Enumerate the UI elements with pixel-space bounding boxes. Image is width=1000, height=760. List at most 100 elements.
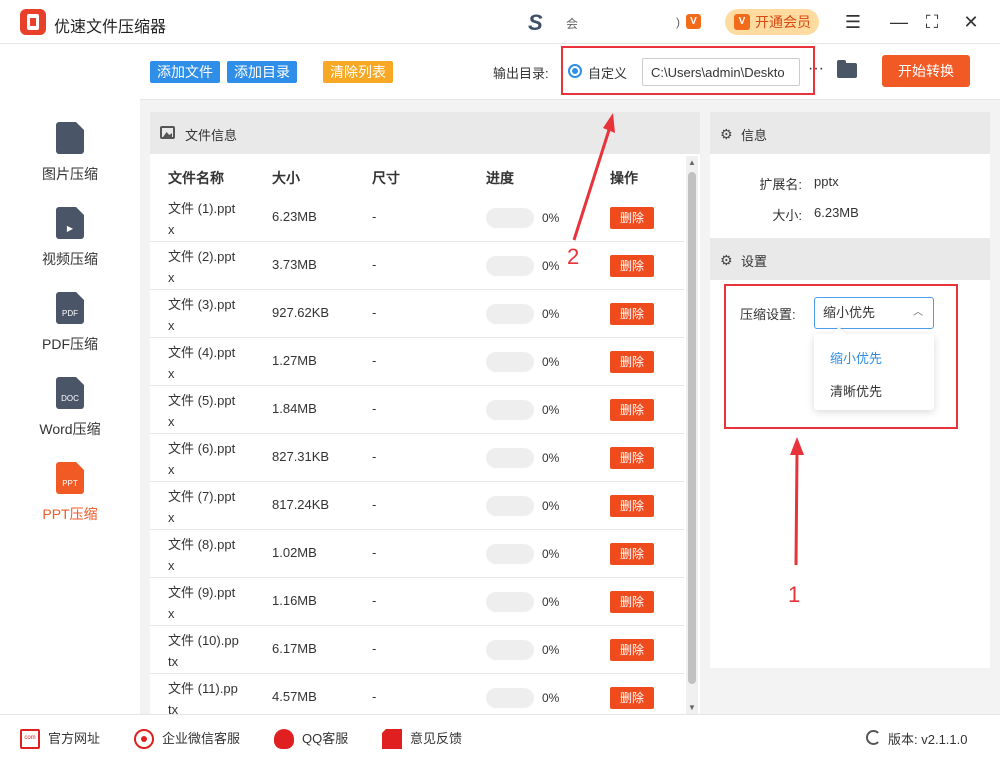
sidebar-item-label: 视频压缩	[42, 251, 98, 267]
file-panel-header: 文件信息	[150, 112, 700, 154]
file-panel-title: 文件信息	[185, 128, 238, 143]
sidebar-item-word-compress[interactable]: DOC Word压缩	[0, 377, 140, 457]
file-dimension: -	[372, 257, 377, 272]
folder-icon[interactable]	[837, 60, 857, 78]
size-key: 大小:	[772, 208, 802, 223]
progress-bar	[486, 256, 534, 276]
add-file-button[interactable]: 添加文件	[150, 61, 220, 83]
progress-bar	[486, 496, 534, 516]
file-size: 3.73MB	[272, 257, 317, 272]
settings-title: 设置	[741, 254, 768, 269]
open-vip-button[interactable]: V 开通会员	[725, 9, 819, 35]
app-logo-icon	[20, 9, 46, 35]
file-name: 文件 (11).pptx	[168, 681, 238, 714]
website-link[interactable]: com 官方网址	[20, 729, 100, 749]
sidebar-item-video-compress[interactable]: ▶ 视频压缩	[0, 207, 140, 287]
scrollbar[interactable]: ▲ ▼	[686, 156, 698, 714]
maximize-button[interactable]: ⛶	[920, 10, 944, 34]
ppt-file-icon: PPT	[56, 462, 84, 494]
table-row[interactable]: 文件 (1).pptx 6.23MB - 0% 删除	[150, 194, 684, 242]
delete-button[interactable]: 删除	[610, 687, 654, 709]
progress-bar	[486, 400, 534, 420]
wechat-service-link[interactable]: 企业微信客服	[134, 729, 240, 749]
sidebar-item-label: Word压缩	[39, 421, 101, 437]
table-row[interactable]: 文件 (9).pptx 1.16MB - 0% 删除	[150, 578, 684, 626]
file-name: 文件 (3).pptx	[168, 297, 236, 333]
file-name: 文件 (7).pptx	[168, 489, 236, 525]
delete-button[interactable]: 删除	[610, 399, 654, 421]
delete-button[interactable]: 删除	[610, 351, 654, 373]
version-label: 版本: v2.1.1.0	[888, 732, 968, 747]
qq-icon	[274, 729, 294, 749]
delete-button[interactable]: 删除	[610, 255, 654, 277]
clear-list-button[interactable]: 清除列表	[323, 61, 393, 83]
scroll-up-icon[interactable]: ▲	[688, 158, 696, 167]
qq-service-link[interactable]: QQ客服	[274, 729, 348, 749]
file-size: 4.57MB	[272, 689, 317, 704]
feedback-icon	[382, 729, 402, 749]
settings-header: ⚙ 设置	[710, 238, 990, 280]
feedback-label: 意见反馈	[410, 731, 463, 746]
delete-button[interactable]: 删除	[610, 495, 654, 517]
file-name: 文件 (5).pptx	[168, 393, 236, 429]
table-row[interactable]: 文件 (7).pptx 817.24KB - 0% 删除	[150, 482, 684, 530]
close-button[interactable]: ✕	[959, 10, 983, 34]
extension-key: 扩展名:	[759, 177, 802, 192]
footer: com 官方网址 企业微信客服 QQ客服 意见反馈 版本: v2.1.1.0	[0, 714, 1000, 760]
vip-icon: V	[734, 14, 750, 30]
column-header-progress: 进度	[486, 170, 514, 186]
add-directory-button[interactable]: 添加目录	[227, 61, 297, 83]
progress-percent: 0%	[542, 547, 560, 561]
table-row[interactable]: 文件 (6).pptx 827.31KB - 0% 删除	[150, 434, 684, 482]
delete-button[interactable]: 删除	[610, 207, 654, 229]
progress-bar	[486, 208, 534, 228]
wechat-label: 企业微信客服	[162, 731, 241, 746]
file-size: 6.23MB	[272, 209, 317, 224]
sidebar-item-pdf-compress[interactable]: PDF PDF压缩	[0, 292, 140, 372]
delete-button[interactable]: 删除	[610, 447, 654, 469]
menu-icon[interactable]: ☰	[841, 10, 865, 34]
table-row[interactable]: 文件 (11).pptx 4.57MB - 0% 删除	[150, 674, 684, 714]
output-directory-label: 输出目录:	[493, 66, 549, 81]
pdf-file-icon: PDF	[56, 292, 84, 324]
wechat-icon	[134, 729, 154, 749]
delete-button[interactable]: 删除	[610, 639, 654, 661]
version-info[interactable]: 版本: v2.1.1.0	[866, 729, 967, 748]
scroll-down-icon[interactable]: ▼	[688, 703, 696, 712]
size-value: 6.23MB	[814, 205, 859, 220]
minimize-button[interactable]: —	[887, 10, 911, 34]
refresh-icon	[866, 730, 881, 745]
sidebar-item-ppt-compress[interactable]: PPT PPT压缩	[0, 462, 140, 542]
titlebar-text-1: 会	[566, 17, 579, 31]
table-row[interactable]: 文件 (4).pptx 1.27MB - 0% 删除	[150, 338, 684, 386]
file-name: 文件 (4).pptx	[168, 345, 236, 381]
s-logo-icon[interactable]: S	[528, 10, 543, 36]
progress-percent: 0%	[542, 403, 560, 417]
file-size: 827.31KB	[272, 449, 330, 464]
delete-button[interactable]: 删除	[610, 303, 654, 325]
table-row[interactable]: 文件 (10).pptx 6.17MB - 0% 删除	[150, 626, 684, 674]
progress-bar	[486, 640, 534, 660]
delete-button[interactable]: 删除	[610, 591, 654, 613]
table-row[interactable]: 文件 (2).pptx 3.73MB - 0% 删除	[150, 242, 684, 290]
progress-percent: 0%	[542, 211, 560, 225]
progress-percent: 0%	[542, 499, 560, 513]
progress-percent: 0%	[542, 307, 560, 321]
gear-icon: ⚙	[720, 252, 733, 268]
table-row[interactable]: 文件 (8).pptx 1.02MB - 0% 删除	[150, 530, 684, 578]
annotation-box-output	[561, 46, 815, 95]
sidebar: 图片压缩 ▶ 视频压缩 PDF PDF压缩 DOC Word压缩 PPT PPT…	[0, 44, 140, 714]
table-row[interactable]: 文件 (3).pptx 927.62KB - 0% 删除	[150, 290, 684, 338]
sidebar-item-image-compress[interactable]: 图片压缩	[0, 122, 140, 202]
file-name: 文件 (2).pptx	[168, 249, 236, 285]
video-file-icon: ▶	[56, 207, 84, 239]
vip-mini-icon[interactable]: V	[686, 14, 701, 29]
delete-button[interactable]: 删除	[610, 543, 654, 565]
feedback-link[interactable]: 意见反馈	[382, 729, 462, 749]
annotation-number-1: 1	[788, 582, 801, 607]
app-title: 优速文件压缩器	[54, 19, 167, 36]
table-row[interactable]: 文件 (5).pptx 1.84MB - 0% 删除	[150, 386, 684, 434]
start-convert-button[interactable]: 开始转换	[882, 55, 970, 87]
scrollbar-thumb[interactable]	[688, 172, 696, 684]
progress-bar	[486, 352, 534, 372]
